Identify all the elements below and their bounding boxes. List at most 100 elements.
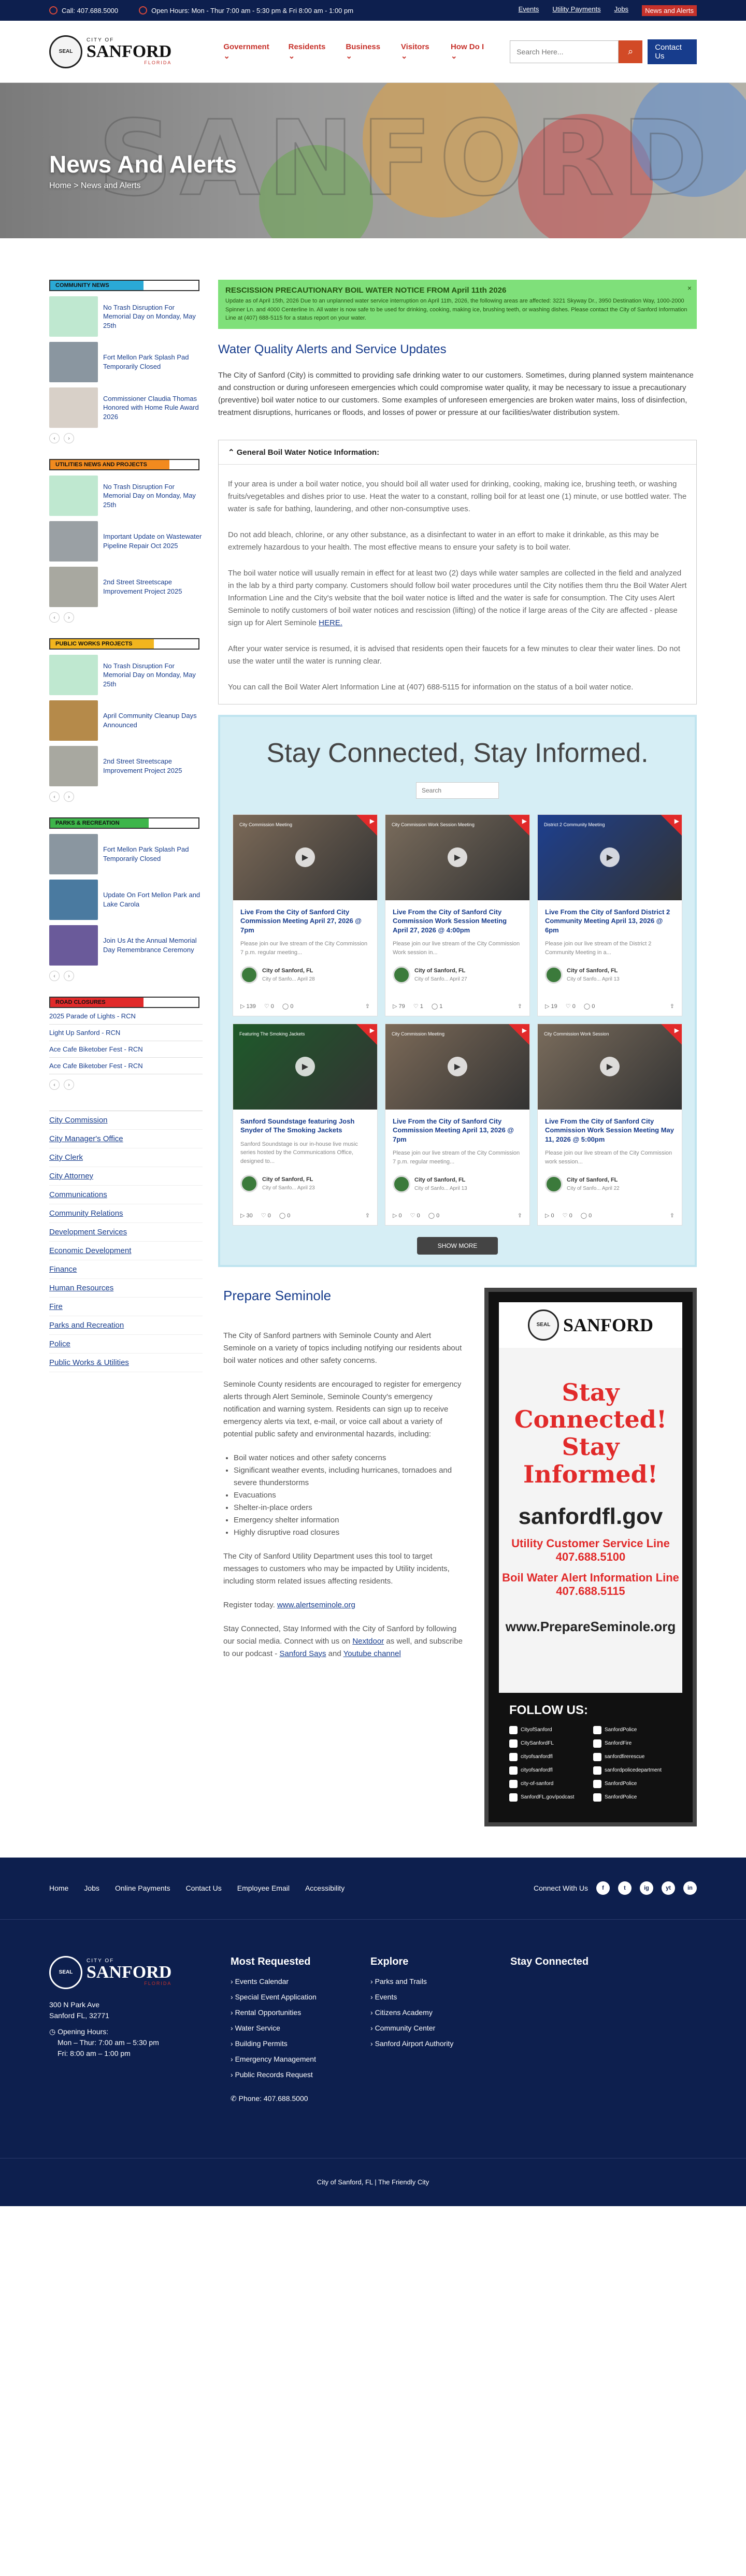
dept-link[interactable]: City Manager's Office [49, 1130, 203, 1148]
play-icon[interactable]: ▶ [448, 847, 467, 867]
footer-link[interactable]: Employee Email [237, 1884, 290, 1892]
alert-seminole-link[interactable]: HERE. [319, 618, 342, 627]
news-item[interactable]: Join Us At the Annual Memorial Day Remem… [49, 925, 203, 966]
video-thumbnail[interactable]: City Commission Meeting ▶ ▶ [233, 814, 377, 900]
comments-stat[interactable]: ◯ 0 [584, 1003, 595, 1010]
news-item[interactable]: Fort Mellon Park Splash Pad Temporarily … [49, 834, 203, 874]
likes-stat[interactable]: ♡ 0 [566, 1003, 576, 1010]
news-item[interactable]: No Trash Disruption For Memorial Day on … [49, 476, 203, 516]
play-icon[interactable]: ▶ [295, 847, 315, 867]
podcast-link[interactable]: Sanford Says [279, 1649, 326, 1658]
site-logo[interactable]: SEAL CITY OF SANFORD FLORIDA [49, 35, 171, 68]
prev-arrow-icon[interactable]: ‹ [49, 791, 60, 802]
dept-link[interactable]: Human Resources [49, 1279, 203, 1298]
youtube-link[interactable]: Youtube channel [343, 1649, 401, 1658]
social-card[interactable]: District 2 Community Meeting ▶ ▶ Live From … [537, 814, 682, 1016]
footer-requested-link[interactable]: Emergency Management [231, 2055, 339, 2063]
close-icon[interactable]: × [687, 284, 692, 292]
share-icon[interactable]: ⇪ [365, 1003, 370, 1010]
social-card[interactable]: Featuring The Smoking Jackets ▶ ▶ Sanford S… [233, 1023, 378, 1226]
share-icon[interactable]: ⇪ [365, 1212, 370, 1219]
next-arrow-icon[interactable]: › [64, 791, 74, 802]
video-thumbnail[interactable]: City Commission Work Session ▶ ▶ [538, 1024, 682, 1110]
dept-link[interactable]: Public Works & Utilities [49, 1354, 203, 1372]
nextdoor-link[interactable]: Nextdoor [352, 1637, 384, 1646]
linkedin-icon[interactable]: in [683, 1881, 697, 1895]
dept-link[interactable]: Finance [49, 1260, 203, 1279]
alertseminole-link[interactable]: www.alertseminole.org [277, 1601, 355, 1609]
top-link-utility-payments[interactable]: Utility Payments [552, 5, 600, 16]
likes-stat[interactable]: ♡ 0 [261, 1212, 271, 1219]
likes-stat[interactable]: ♡ 0 [563, 1212, 572, 1219]
share-icon[interactable]: ⇪ [518, 1212, 522, 1219]
footer-link[interactable]: Jobs [84, 1884, 99, 1892]
show-more-button[interactable]: SHOW MORE [417, 1236, 498, 1255]
card-title[interactable]: Live From the City of Sanford City Commi… [393, 1117, 522, 1144]
road-closure-item[interactable]: Ace Cafe Biketober Fest - RCN [49, 1058, 203, 1074]
card-title[interactable]: Live From the City of Sanford District 2… [545, 908, 675, 935]
card-title[interactable]: Live From the City of Sanford City Commi… [240, 908, 370, 935]
play-icon[interactable]: ▶ [600, 847, 620, 867]
news-item[interactable]: 2nd Street Streetscape Improvement Proje… [49, 567, 203, 607]
dept-link[interactable]: Police [49, 1335, 203, 1354]
comments-stat[interactable]: ◯ 0 [581, 1212, 592, 1219]
comments-stat[interactable]: ◯ 1 [432, 1003, 443, 1010]
footer-requested-link[interactable]: Rental Opportunities [231, 2008, 339, 2017]
prev-arrow-icon[interactable]: ‹ [49, 971, 60, 981]
call-info[interactable]: Call: 407.688.5000 [49, 6, 118, 15]
footer-explore-link[interactable]: Parks and Trails [370, 1977, 479, 1985]
contact-us-button[interactable]: Contact Us [648, 39, 697, 64]
play-icon[interactable]: ▶ [448, 1057, 467, 1076]
dept-link[interactable]: Economic Development [49, 1242, 203, 1260]
dept-link[interactable]: Communications [49, 1186, 203, 1204]
footer-explore-link[interactable]: Events [370, 1993, 479, 2001]
social-search-input[interactable] [416, 782, 499, 799]
news-item[interactable]: Important Update on Wastewater Pipeline … [49, 521, 203, 562]
video-thumbnail[interactable]: Featuring The Smoking Jackets ▶ ▶ [233, 1024, 377, 1110]
accordion-header[interactable]: ⌃ General Boil Water Notice Information: [219, 440, 696, 465]
top-link-jobs[interactable]: Jobs [614, 5, 628, 16]
footer-explore-link[interactable]: Citizens Academy [370, 2008, 479, 2017]
comments-stat[interactable]: ◯ 0 [279, 1212, 291, 1219]
footer-requested-link[interactable]: Water Service [231, 2024, 339, 2032]
instagram-icon[interactable]: ig [640, 1881, 653, 1895]
card-title[interactable]: Live From the City of Sanford City Commi… [545, 1117, 675, 1144]
search-input[interactable] [510, 40, 619, 63]
next-arrow-icon[interactable]: › [64, 433, 74, 443]
footer-link[interactable]: Accessibility [305, 1884, 345, 1892]
dept-link[interactable]: Community Relations [49, 1204, 203, 1223]
social-card[interactable]: City Commission Work Session ▶ ▶ Live From … [537, 1023, 682, 1226]
news-item[interactable]: 2nd Street Streetscape Improvement Proje… [49, 746, 203, 786]
road-closure-item[interactable]: Light Up Sanford - RCN [49, 1025, 203, 1041]
next-arrow-icon[interactable]: › [64, 612, 74, 623]
footer-link[interactable]: Home [49, 1884, 68, 1892]
breadcrumb[interactable]: Home > News and Alerts [49, 181, 141, 191]
dept-link[interactable]: Fire [49, 1298, 203, 1316]
prev-arrow-icon[interactable]: ‹ [49, 1080, 60, 1090]
share-icon[interactable]: ⇪ [670, 1003, 675, 1010]
footer-requested-link[interactable]: Building Permits [231, 2039, 339, 2048]
footer-requested-link[interactable]: Public Records Request [231, 2070, 339, 2079]
footer-requested-link[interactable]: Special Event Application [231, 1993, 339, 2001]
comments-stat[interactable]: ◯ 0 [428, 1212, 440, 1219]
social-card[interactable]: City Commission Meeting ▶ ▶ Live From the C… [233, 814, 378, 1016]
footer-explore-link[interactable]: Community Center [370, 2024, 479, 2032]
prev-arrow-icon[interactable]: ‹ [49, 433, 60, 443]
search-icon[interactable]: ⌕ [619, 40, 643, 63]
dept-link[interactable]: Development Services [49, 1223, 203, 1242]
nav-visitors[interactable]: Visitors ⌄ [401, 42, 433, 61]
news-item[interactable]: No Trash Disruption For Memorial Day on … [49, 655, 203, 695]
footer-logo[interactable]: SEAL CITY OF SANFORD FLORIDA [49, 1955, 199, 1989]
share-icon[interactable]: ⇪ [670, 1212, 675, 1219]
footer-explore-link[interactable]: Sanford Airport Authority [370, 2039, 479, 2048]
comments-stat[interactable]: ◯ 0 [282, 1003, 294, 1010]
top-link-events[interactable]: Events [519, 5, 539, 16]
likes-stat[interactable]: ♡ 0 [264, 1003, 274, 1010]
play-icon[interactable]: ▶ [295, 1057, 315, 1076]
top-link-news-alerts[interactable]: News and Alerts [642, 5, 697, 16]
news-item[interactable]: Update On Fort Mellon Park and Lake Caro… [49, 880, 203, 920]
facebook-icon[interactable]: f [596, 1881, 610, 1895]
card-title[interactable]: Sanford Soundstage featuring Josh Snyder… [240, 1117, 370, 1135]
footer-link[interactable]: Online Payments [115, 1884, 170, 1892]
footer-requested-link[interactable]: Events Calendar [231, 1977, 339, 1985]
